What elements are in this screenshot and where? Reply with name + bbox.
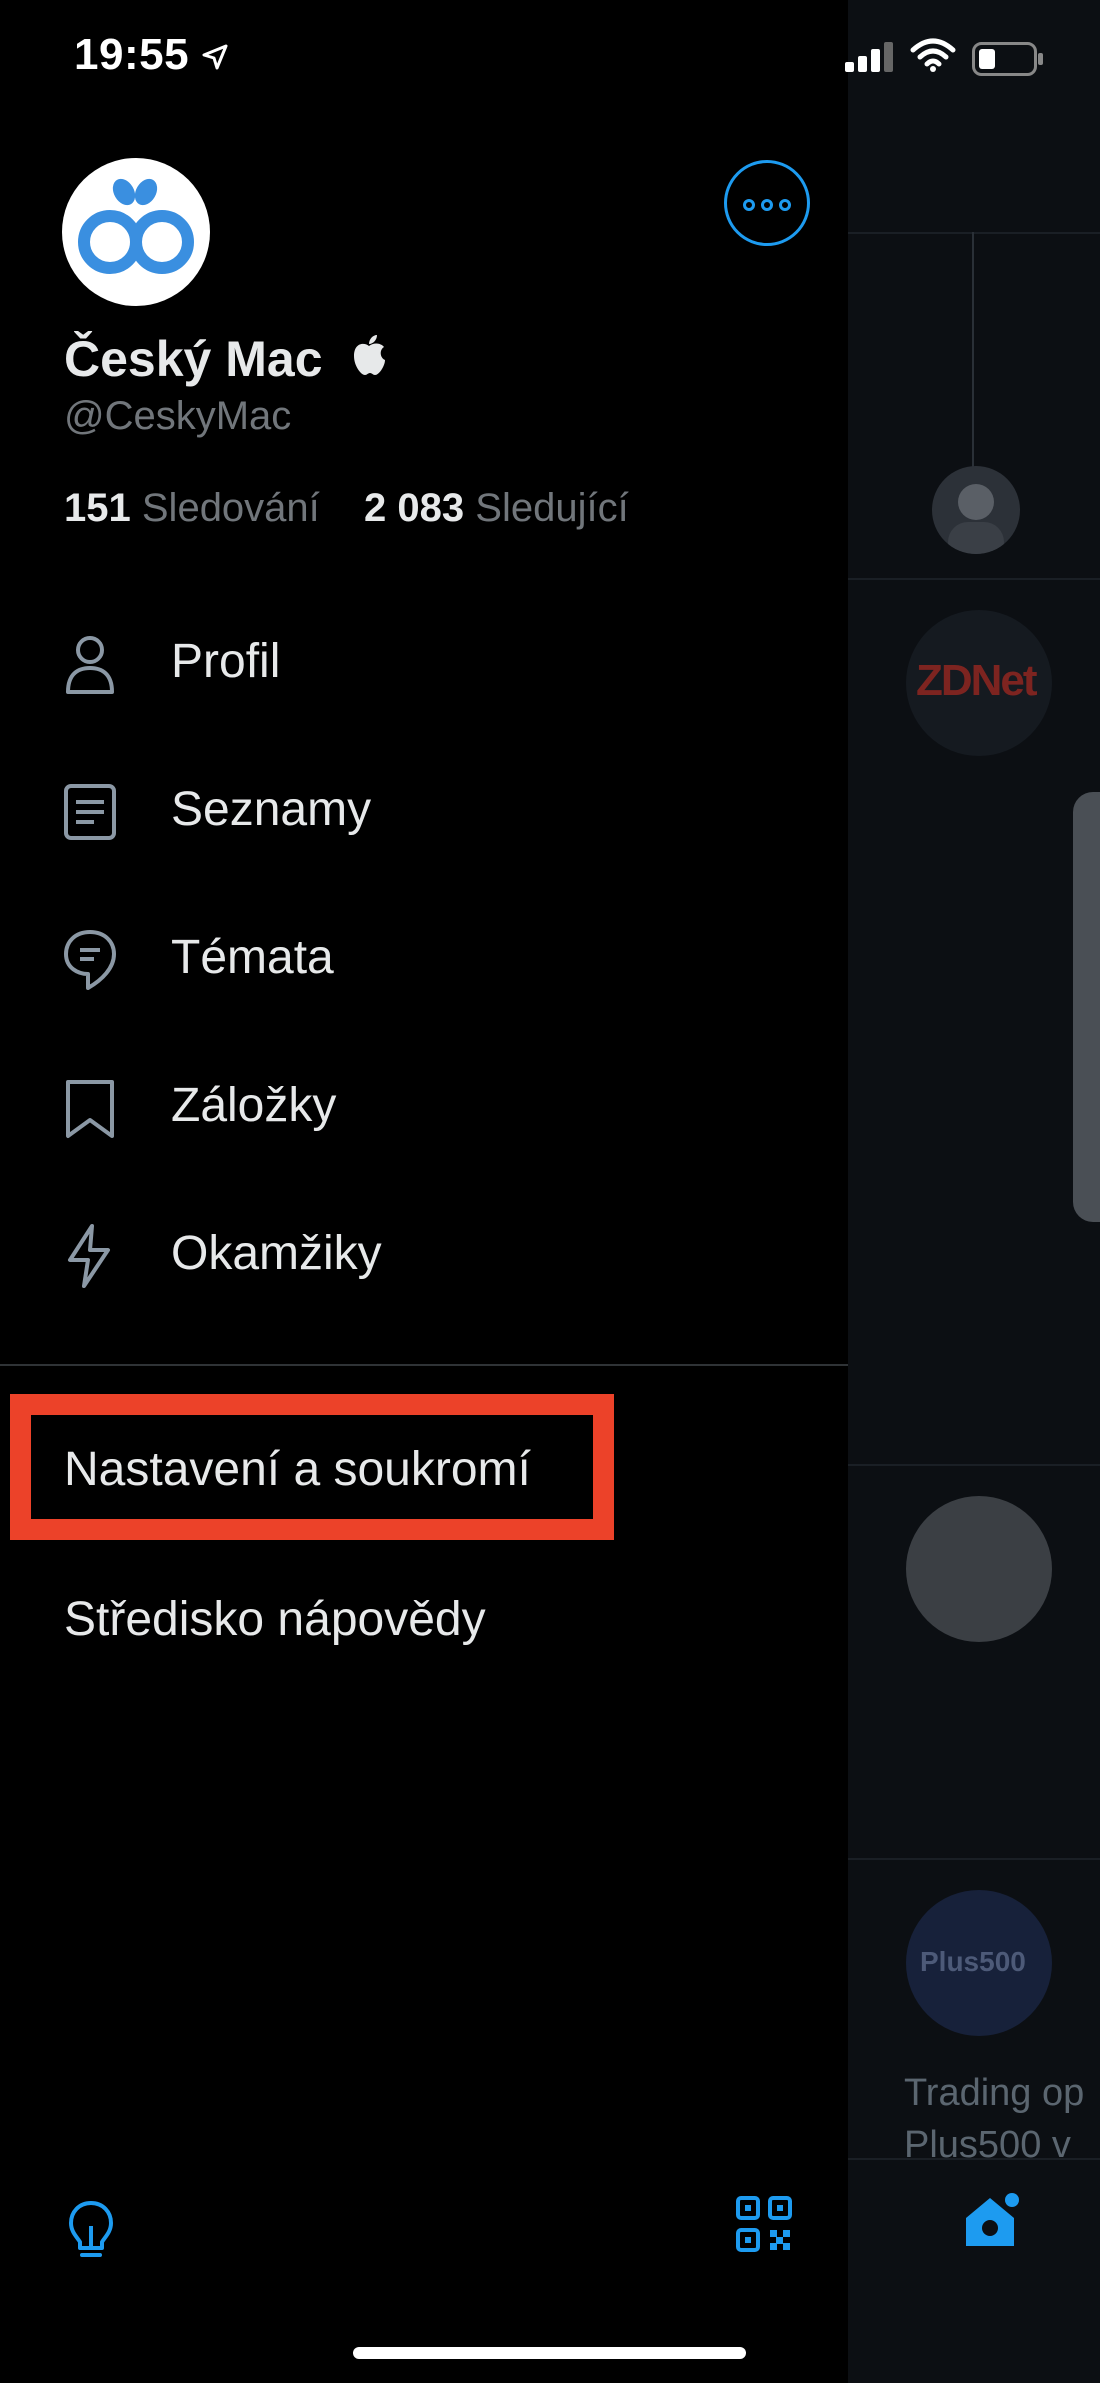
menu-item-profile[interactable]: Profil <box>0 604 848 724</box>
profile-display-name[interactable]: Český Mac <box>64 330 323 388</box>
menu-item-label: Seznamy <box>171 783 372 836</box>
tweet-avatar-plus500[interactable]: Plus500 <box>906 1890 1052 2036</box>
menu-item-label: Okamžiky <box>171 1227 382 1280</box>
settings-and-privacy-link[interactable]: Nastavení a soukromí <box>64 1442 531 1497</box>
followers-link[interactable]: 2 083 Sledující <box>364 486 629 530</box>
list-icon <box>64 784 116 840</box>
tweet-media-card[interactable] <box>1073 792 1100 1222</box>
following-count: 151 <box>64 486 131 530</box>
menu-item-lists[interactable]: Seznamy <box>0 752 848 872</box>
thread-line <box>972 232 974 472</box>
qr-code-icon[interactable] <box>736 2196 792 2252</box>
bookmark-icon <box>66 1080 114 1138</box>
more-dot-icon <box>761 199 773 211</box>
menu-item-moments[interactable]: Okamžiky <box>0 1196 848 1316</box>
apple-logo-icon <box>354 335 385 375</box>
more-dot-icon <box>743 199 755 211</box>
tweet-avatar[interactable] <box>932 466 1020 554</box>
status-bar: 19:55 <box>0 0 1100 120</box>
ceskymac-logo-icon <box>78 178 194 274</box>
profile-handle[interactable]: @CeskyMac <box>64 394 291 439</box>
timeline-tab-bar <box>848 2158 1100 2383</box>
help-center-link[interactable]: Středisko nápovědy <box>64 1592 486 1647</box>
menu-item-label: Profil <box>171 635 281 688</box>
topics-icon <box>64 930 116 990</box>
menu-item-label: Záložky <box>171 1079 337 1132</box>
following-label: Sledování <box>141 486 320 530</box>
avatar[interactable] <box>62 158 210 306</box>
lightning-icon <box>68 1224 110 1288</box>
location-arrow-icon <box>202 44 228 70</box>
plus500-logo-text: Plus500 <box>920 1946 1026 1977</box>
menu-item-bookmarks[interactable]: Záložky <box>0 1048 848 1168</box>
follow-stats: 151 Sledování 2 083 Sledující <box>64 486 629 531</box>
cellular-signal-icon <box>845 42 893 72</box>
menu-item-label: Témata <box>171 931 334 984</box>
following-link[interactable]: 151 Sledování <box>64 486 320 530</box>
home-indicator[interactable] <box>353 2347 746 2359</box>
lightbulb-icon[interactable] <box>66 2200 116 2262</box>
background-timeline: ZDNet Plus500 Trading op Plus500 v <box>848 0 1100 2383</box>
wifi-icon <box>910 38 956 72</box>
tweet-avatar-zdnet[interactable]: ZDNet <box>906 610 1052 756</box>
status-time: 19:55 <box>74 30 190 79</box>
more-dot-icon <box>779 199 791 211</box>
followers-label: Sledující <box>475 486 629 530</box>
home-icon[interactable] <box>958 2188 1022 2252</box>
battery-icon <box>972 42 1043 76</box>
promo-text-line-1: Trading op <box>904 2072 1085 2114</box>
tweet-avatar[interactable] <box>906 1496 1052 1642</box>
menu-item-topics[interactable]: Témata <box>0 900 848 1020</box>
person-icon <box>66 636 114 694</box>
followers-count: 2 083 <box>364 486 465 530</box>
menu-divider <box>0 1364 848 1366</box>
accounts-more-button[interactable] <box>724 160 810 246</box>
zdnet-logo-text: ZDNet <box>916 656 1038 705</box>
